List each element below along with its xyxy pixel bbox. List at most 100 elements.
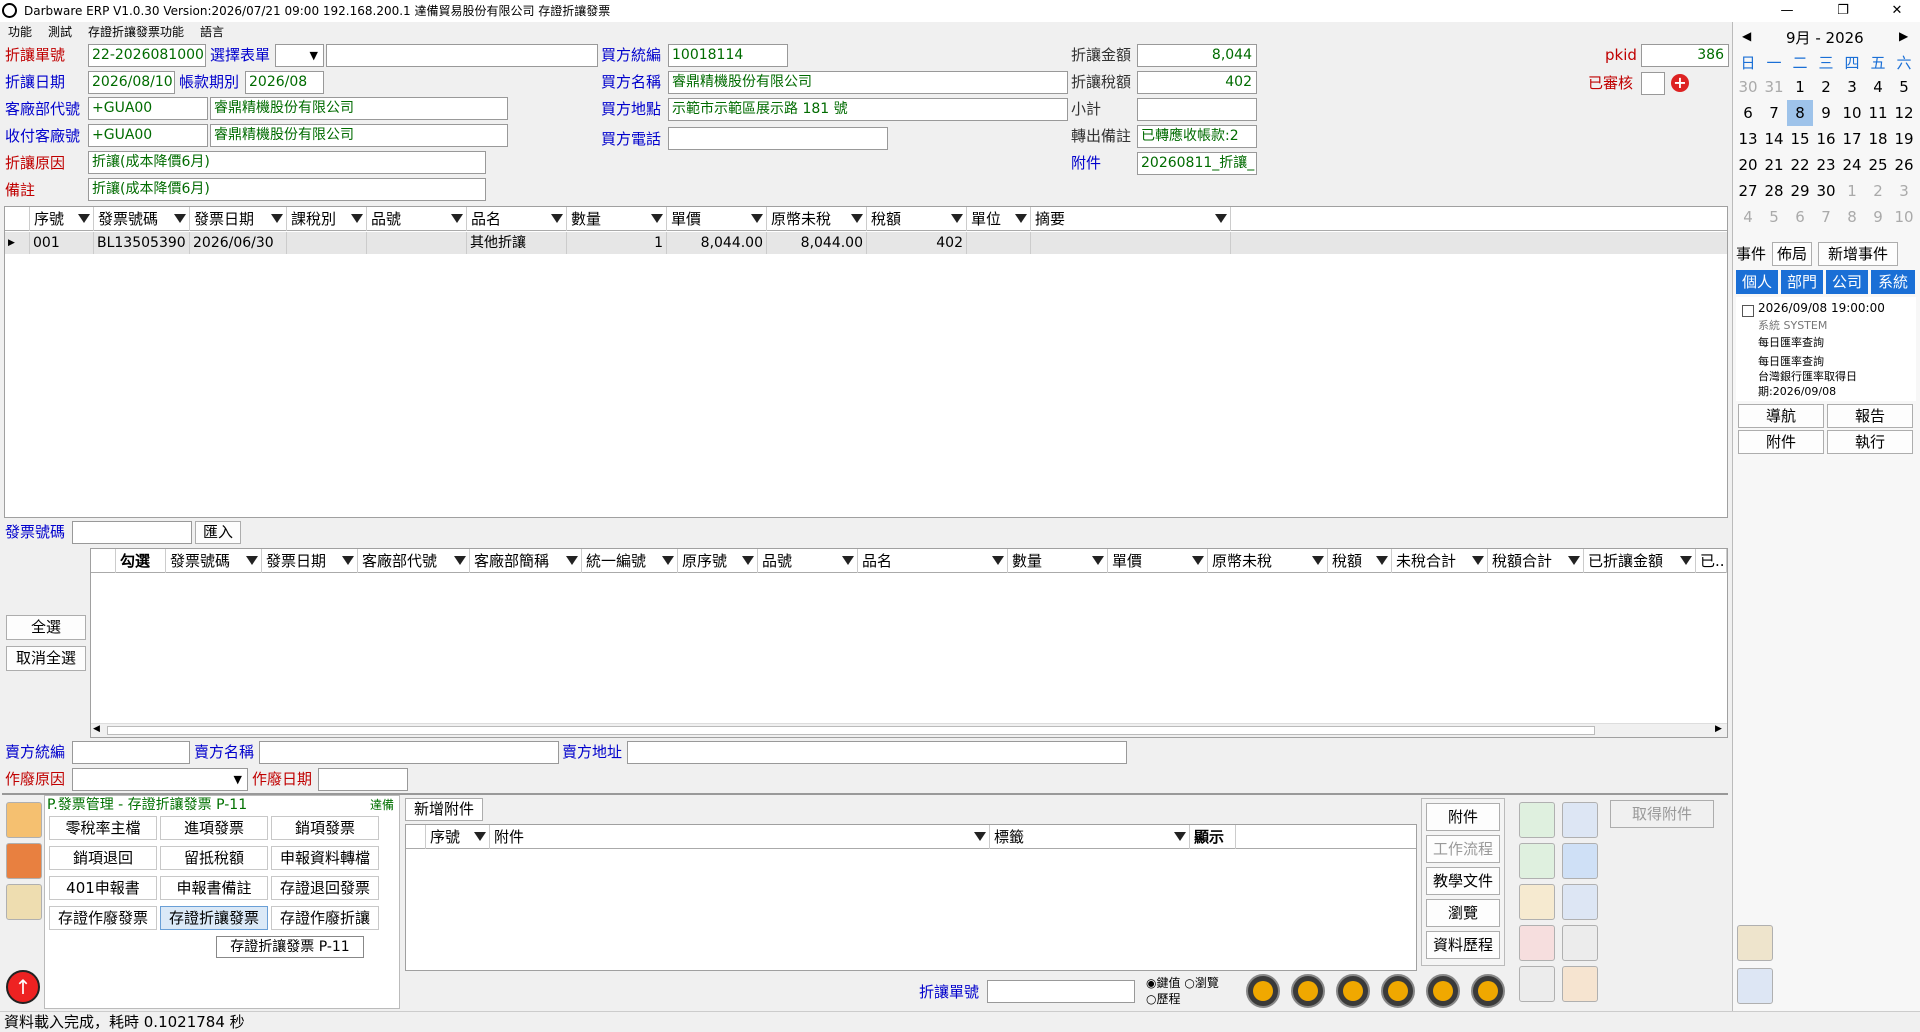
execute-button[interactable]: 執行 xyxy=(1827,430,1913,454)
tab-department[interactable]: 部門 xyxy=(1781,270,1823,294)
calendar-year[interactable]: 2026 xyxy=(1826,29,1864,47)
radio-browse-icon[interactable]: ○ xyxy=(1184,976,1194,990)
prev-record-icon[interactable] xyxy=(1291,974,1325,1008)
copy-record-icon[interactable] xyxy=(1519,843,1555,879)
robot-icon[interactable] xyxy=(1737,925,1773,961)
col-display[interactable]: 顯示 xyxy=(1190,825,1236,849)
scroll-right-icon[interactable]: ▶ xyxy=(1715,724,1722,734)
col-invoice-no[interactable]: 發票號碼 xyxy=(166,549,262,573)
payee-name-field[interactable]: 睿鼎精機股份有限公司 xyxy=(210,124,508,147)
col-invoice-no[interactable]: 發票號碼 xyxy=(94,207,190,231)
menu-language[interactable]: 語言 xyxy=(200,22,224,42)
export-icon[interactable] xyxy=(1562,802,1598,838)
edit-icon[interactable] xyxy=(1519,884,1555,920)
buyer-addr-field[interactable]: 示範市示範區展示路 181 號 xyxy=(668,98,1068,121)
workflow-button[interactable]: 工作流程 xyxy=(1426,835,1500,863)
print-icon[interactable] xyxy=(1562,843,1598,879)
col-seq[interactable]: 序號 xyxy=(426,825,490,849)
col-price[interactable]: 單價 xyxy=(667,207,767,231)
payee-code-field[interactable]: +GUA00 xyxy=(88,124,208,147)
col-qty[interactable]: 數量 xyxy=(1008,549,1108,573)
attachment-field[interactable]: 20260811_折讓_ xyxy=(1137,152,1257,175)
module-button[interactable]: 留抵稅額 xyxy=(160,846,268,870)
col-unit[interactable]: 單位 xyxy=(967,207,1031,231)
col-amount[interactable]: 原幣未稅 xyxy=(767,207,867,231)
attachment-side-button[interactable]: 附件 xyxy=(1738,430,1824,454)
select-all-button[interactable]: 全選 xyxy=(6,615,86,640)
module-button[interactable]: 申報資料轉檔 xyxy=(271,846,379,870)
col-tax[interactable]: 稅額 xyxy=(867,207,967,231)
seller-addr-field[interactable] xyxy=(627,741,1127,764)
scroll-left-icon[interactable]: ◀ xyxy=(93,724,100,734)
navigation-button[interactable]: 導航 xyxy=(1738,404,1824,428)
module-button[interactable]: 申報書備註 xyxy=(160,876,268,900)
help-icon[interactable] xyxy=(1471,974,1505,1008)
col-more[interactable]: 已... xyxy=(1696,549,1727,573)
browse-button[interactable]: 瀏覽 xyxy=(1426,899,1500,927)
col-seq[interactable]: 序號 xyxy=(30,207,94,231)
col-amount[interactable]: 原幣未稅 xyxy=(1208,549,1328,573)
select-form-text[interactable] xyxy=(326,44,598,67)
menu-test[interactable]: 測試 xyxy=(48,22,72,42)
col-tax-total[interactable]: 稅額合計 xyxy=(1488,549,1584,573)
footer-no-field[interactable] xyxy=(987,980,1135,1003)
tab-system[interactable]: 系統 xyxy=(1871,270,1915,294)
col-item-no[interactable]: 品號 xyxy=(758,549,858,573)
menu-function[interactable]: 功能 xyxy=(8,22,32,42)
clock-icon[interactable] xyxy=(1737,968,1773,1004)
col-allowed-amount[interactable]: 已折讓金額 xyxy=(1584,549,1696,573)
col-invoice-date[interactable]: 發票日期 xyxy=(190,207,287,231)
col-orig-seq[interactable]: 原序號 xyxy=(678,549,758,573)
customer-code-field[interactable]: +GUA00 xyxy=(88,97,208,120)
radio-key-icon[interactable]: ◉ xyxy=(1146,976,1156,990)
calendar-week[interactable]: 13 14 15 16 17 18 19 xyxy=(1735,126,1917,152)
folder-icon[interactable] xyxy=(6,884,42,920)
tab-personal[interactable]: 個人 xyxy=(1736,270,1778,294)
module-button[interactable]: 401申報書 xyxy=(49,876,157,900)
buyer-name-field[interactable]: 睿鼎精機股份有限公司 xyxy=(668,71,1068,94)
tax-field[interactable]: 402 xyxy=(1137,71,1257,94)
minimize-button[interactable]: — xyxy=(1764,0,1810,22)
new-event-button[interactable]: 新增事件 xyxy=(1818,242,1898,266)
new-record-icon[interactable] xyxy=(1519,802,1555,838)
module-button[interactable]: 存證作廢折讓 xyxy=(271,906,379,930)
col-price[interactable]: 單價 xyxy=(1108,549,1208,573)
col-customer-short[interactable]: 客廠部簡稱 xyxy=(470,549,582,573)
note-field[interactable]: 折讓(成本降價6月) xyxy=(88,178,486,201)
col-qty[interactable]: 數量 xyxy=(567,207,667,231)
calendar-month[interactable]: 9月 xyxy=(1786,29,1811,47)
close-button[interactable]: ✕ xyxy=(1874,0,1920,22)
document-icon[interactable] xyxy=(1562,884,1598,920)
col-tag[interactable]: 標籤 xyxy=(990,825,1190,849)
add-icon[interactable]: + xyxy=(1671,74,1689,92)
calendar-week[interactable]: 30 31 1 2 3 4 5 xyxy=(1735,74,1917,100)
maximize-button[interactable]: ❐ xyxy=(1820,0,1866,22)
table-row[interactable]: ▶ 001 BL13505390 2026/06/30 其他折讓 1 8,044… xyxy=(5,232,1727,254)
audit-checkbox[interactable] xyxy=(1641,72,1665,95)
delete-icon[interactable] xyxy=(1519,925,1555,961)
last-record-icon[interactable] xyxy=(1426,974,1460,1008)
transfer-field[interactable]: 已轉應收帳款:2 xyxy=(1137,125,1257,148)
seller-id-field[interactable] xyxy=(72,741,190,764)
unselect-all-button[interactable]: 取消全選 xyxy=(6,646,86,671)
module-icon-2[interactable] xyxy=(6,843,42,879)
amount-field[interactable]: 8,044 xyxy=(1137,44,1257,67)
col-invoice-date[interactable]: 發票日期 xyxy=(262,549,358,573)
first-record-icon[interactable] xyxy=(1246,974,1280,1008)
seller-name-field[interactable] xyxy=(259,741,559,764)
import-button[interactable]: 匯入 xyxy=(195,521,241,544)
select-form-dropdown[interactable]: ▼ xyxy=(275,44,324,67)
period-field[interactable]: 2026/08 xyxy=(245,71,324,94)
module-icon-1[interactable] xyxy=(6,802,42,838)
horizontal-scrollbar[interactable]: ◀ ▶ xyxy=(91,723,1727,737)
reload-icon[interactable] xyxy=(1336,974,1370,1008)
col-item-name[interactable]: 品名 xyxy=(467,207,567,231)
col-item-no[interactable]: 品號 xyxy=(367,207,467,231)
search-icon[interactable] xyxy=(1562,925,1598,961)
history-button[interactable]: 資料歷程 xyxy=(1426,931,1500,959)
up-arrow-icon[interactable]: ↑ xyxy=(6,970,40,1004)
refresh-icon[interactable] xyxy=(1562,966,1598,1002)
col-attachment[interactable]: 附件 xyxy=(490,825,990,849)
subtotal-field[interactable] xyxy=(1137,98,1257,121)
attachment-button[interactable]: 附件 xyxy=(1426,803,1500,831)
